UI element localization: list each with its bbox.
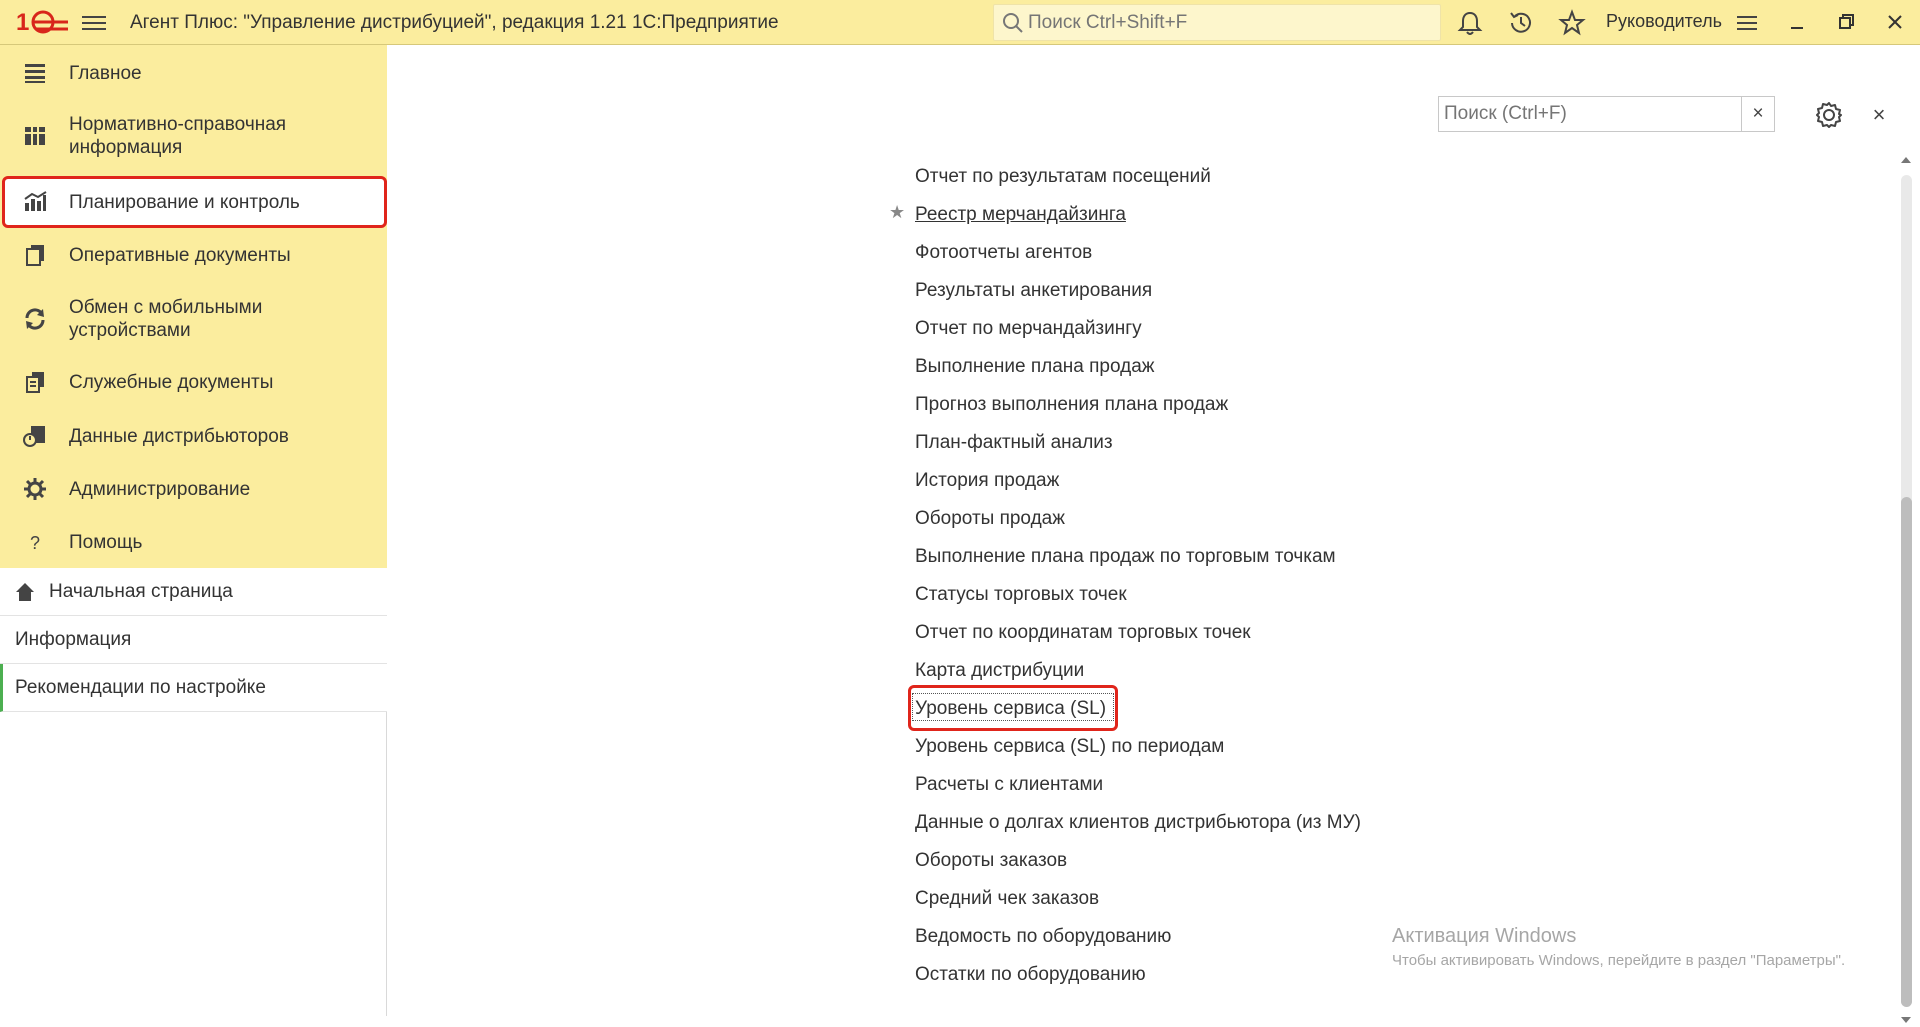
nav-label: Информация (15, 628, 132, 650)
nav-label: Рекомендации по настройке (15, 676, 266, 698)
scroll-down-arrow[interactable] (1901, 1017, 1911, 1023)
report-item[interactable]: История продаж (915, 469, 1059, 492)
report-item[interactable]: Уровень сервиса (SL) (915, 697, 1106, 720)
svg-text:?: ? (30, 533, 40, 553)
form-search-box[interactable]: × (1438, 96, 1775, 132)
scroll-up-arrow[interactable] (1901, 157, 1911, 163)
section-label: Оперативные документы (69, 244, 291, 266)
home-icon (16, 582, 34, 601)
section-label: Данные дистрибьюторов (69, 425, 289, 447)
report-item[interactable]: Статусы торговых точек (915, 583, 1127, 606)
report-item[interactable]: Средний чек заказов (915, 887, 1099, 910)
report-item[interactable]: Отчет по координатам торговых точек (915, 621, 1251, 644)
report-item[interactable]: Карта дистрибуции (915, 659, 1084, 682)
sync-icon (25, 308, 45, 330)
report-item[interactable]: Выполнение плана продаж (915, 355, 1155, 378)
report-item[interactable]: Уровень сервиса (SL) по периодам (915, 735, 1224, 758)
section-label: Главное (69, 62, 142, 84)
settings-gear-icon[interactable] (1814, 100, 1844, 130)
section-mobile-exchange[interactable]: Обмен с мобильными устройствами (0, 293, 387, 345)
section-label: Служебные документы (69, 371, 274, 393)
form-search-input[interactable] (1439, 97, 1741, 131)
hamburger-menu-icon[interactable] (82, 12, 106, 32)
report-item[interactable]: Выполнение плана продаж по торговым точк… (915, 545, 1336, 568)
clear-search-button[interactable]: × (1741, 97, 1774, 131)
list-icon (25, 64, 45, 83)
nav-label: Начальная страница (49, 580, 233, 602)
section-help[interactable]: ? Помощь (0, 522, 387, 562)
user-name[interactable]: Руководитель (1606, 11, 1722, 32)
question-icon: ? (30, 533, 40, 553)
favorite-star-icon[interactable]: ★ (889, 202, 905, 223)
scroll-thumb[interactable] (1901, 497, 1912, 1007)
report-item[interactable]: Фотоотчеты агентов (915, 241, 1092, 264)
svg-text:1: 1 (16, 9, 29, 36)
minimize-icon[interactable] (1782, 8, 1812, 36)
history-icon[interactable] (1507, 9, 1535, 37)
sidebar: Главное Нормативно-справочная информация… (0, 45, 387, 1016)
section-reference-info[interactable]: Нормативно-справочная информация (0, 111, 387, 161)
section-planning-control[interactable]: Планирование и контроль (0, 183, 387, 221)
report-item[interactable]: Ведомость по оборудованию (915, 925, 1171, 948)
section-label: Обмен с мобильными устройствами (69, 297, 263, 341)
sections-panel: Главное Нормативно-справочная информация… (0, 45, 387, 568)
watermark-text: Чтобы активировать Windows, перейдите в … (1392, 952, 1846, 969)
report-item[interactable]: Реестр мерчандайзинга (915, 203, 1126, 226)
close-window-icon[interactable] (1880, 8, 1910, 36)
table-icon (25, 127, 45, 145)
service-docs-icon (26, 372, 44, 393)
section-label: Нормативно-справочная информация (69, 114, 287, 158)
gear-icon (24, 478, 46, 500)
section-service-documents[interactable]: Служебные документы (0, 362, 387, 402)
section-operative-documents[interactable]: Оперативные документы (0, 235, 387, 275)
report-item[interactable]: Результаты анкетирования (915, 279, 1152, 302)
app-title: Агент Плюс: "Управление дистрибуцией", р… (130, 12, 779, 33)
section-distributor-data[interactable]: Данные дистрибьюторов (0, 416, 387, 456)
report-item[interactable]: Обороты заказов (915, 849, 1067, 872)
main-panel: × × ★ Отчет по результатам посещений Реес… (389, 45, 1920, 1023)
report-item[interactable]: Обороты продаж (915, 507, 1065, 530)
section-main[interactable]: Главное (0, 54, 387, 92)
report-item[interactable]: Данные о долгах клиентов дистрибьютора (… (915, 811, 1361, 834)
nav-setup-recommendations[interactable]: Рекомендации по настройке (0, 664, 387, 712)
restore-icon[interactable] (1831, 8, 1861, 36)
bell-icon[interactable] (1456, 9, 1484, 37)
global-search-box[interactable] (993, 4, 1441, 41)
settings-menu-icon[interactable] (1733, 9, 1761, 37)
section-administration[interactable]: Администрирование (0, 469, 387, 509)
report-item[interactable]: Остатки по оборудованию (915, 963, 1146, 986)
distributor-icon (23, 426, 45, 447)
report-item[interactable]: Отчет по мерчандайзингу (915, 317, 1142, 340)
title-bar: 1 Агент Плюс: "Управление дистрибуцией",… (0, 0, 1920, 45)
documents-icon (26, 245, 44, 266)
chart-icon (24, 191, 47, 211)
close-form-button[interactable]: × (1867, 103, 1891, 127)
report-item[interactable]: Прогноз выполнения плана продаж (915, 393, 1228, 416)
vertical-scrollbar[interactable] (1897, 157, 1915, 1027)
report-item[interactable]: План-фактный анализ (915, 431, 1113, 454)
nav-home-page[interactable]: Начальная страница (0, 568, 387, 616)
section-label: Планирование и контроль (69, 191, 300, 213)
section-label: Помощь (69, 531, 143, 553)
nav-information[interactable]: Информация (0, 616, 387, 664)
global-search-input[interactable] (1026, 11, 1426, 34)
1c-logo: 1 (16, 9, 68, 36)
report-item[interactable]: Отчет по результатам посещений (915, 165, 1211, 188)
watermark-title: Активация Windows (1392, 925, 1577, 947)
windows-activation-watermark: Активация Windows Чтобы активировать Win… (1392, 925, 1845, 969)
report-item[interactable]: Расчеты с клиентами (915, 773, 1103, 796)
section-label: Администрирование (69, 478, 251, 500)
search-icon (1003, 12, 1023, 33)
star-icon[interactable] (1558, 9, 1586, 37)
